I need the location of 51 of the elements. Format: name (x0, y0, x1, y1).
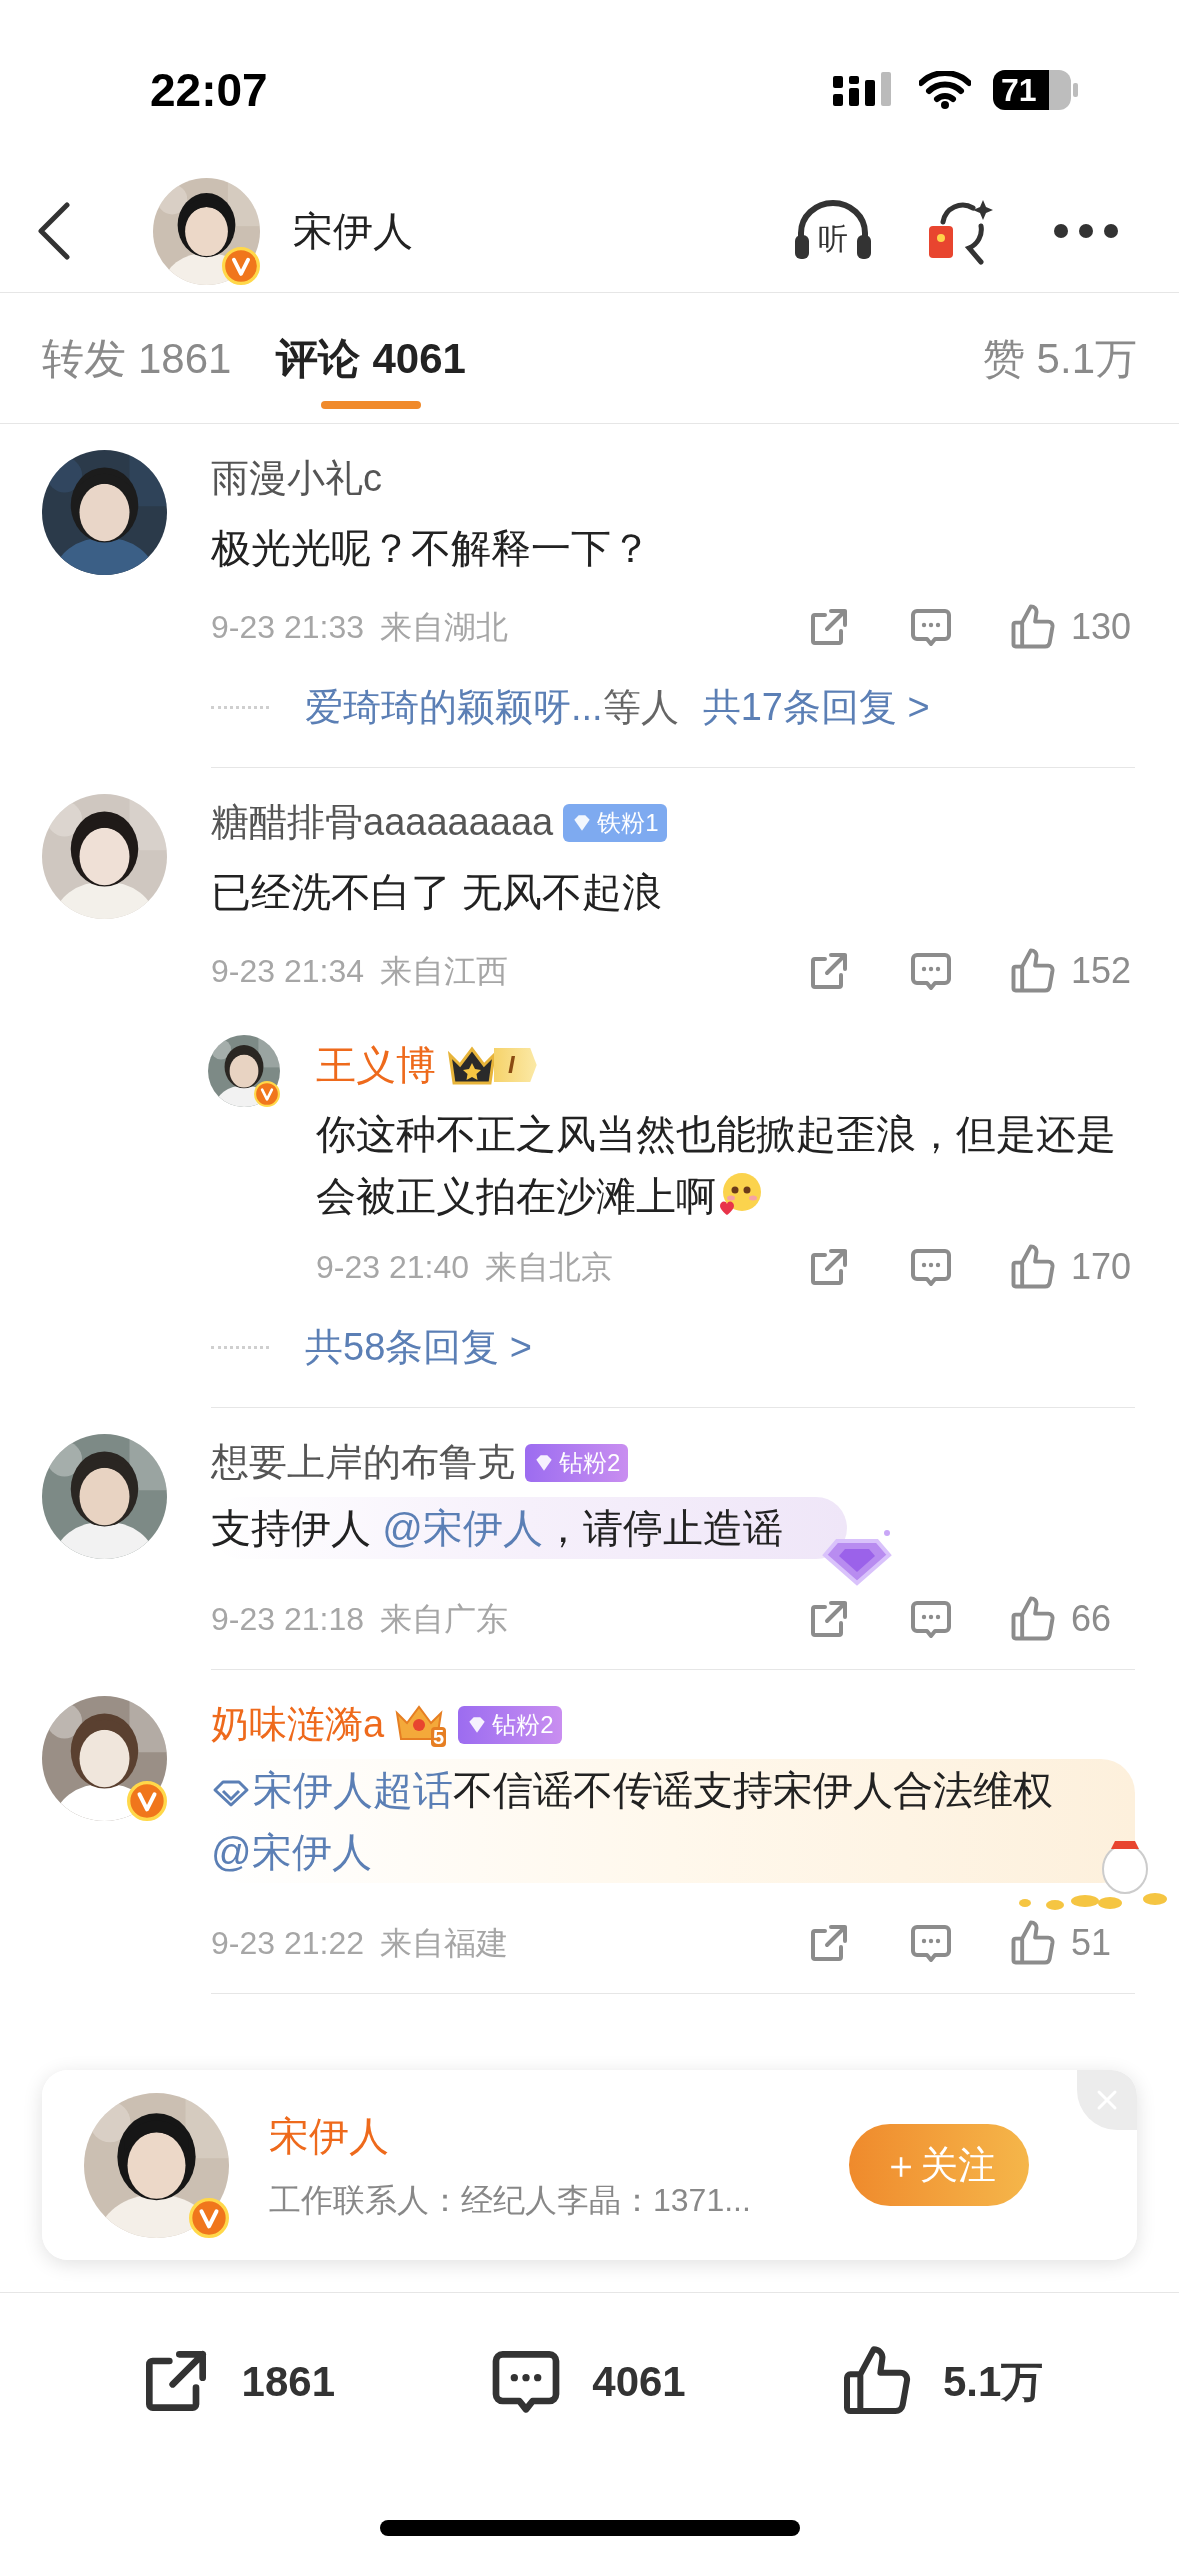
topic-icon (211, 1778, 251, 1808)
comment-text: 已经洗不白了 无风不起浪 (211, 869, 664, 916)
topic-link[interactable]: 宋伊人超话 (211, 1768, 453, 1812)
fan-badge: 铁粉1 (563, 803, 667, 842)
user-name[interactable]: 想要上岸的布鲁克 (211, 1434, 515, 1491)
like-count: 170 (1071, 1245, 1133, 1289)
replies-link[interactable]: 共58条回复 > (305, 1318, 533, 1376)
like-count: 66 (1071, 1597, 1113, 1641)
more-icon[interactable] (1053, 223, 1119, 239)
like-count: 130 (1071, 605, 1133, 649)
tab[interactable]: 评论 4061 (276, 293, 466, 423)
fan-badge: 钻粉2 (458, 1705, 562, 1744)
comment-location: 来自广东 (380, 1600, 508, 1639)
comment-location: 来自湖北 (380, 608, 508, 647)
account-name[interactable]: 宋伊人 (269, 2106, 849, 2166)
comment-time: 9-23 21:22 (211, 1924, 364, 1963)
comment-time: 9-23 21:33 (211, 608, 364, 647)
like-action[interactable]: 5.1万 (836, 2341, 1044, 2421)
share-action[interactable]: 1861 (135, 2341, 336, 2421)
user-name[interactable]: 王义博 (316, 1035, 436, 1095)
battery-level: 71 (1001, 71, 1037, 110)
mention-link[interactable]: @宋伊人 (382, 1506, 543, 1550)
comment-time: 9-23 21:40 (316, 1248, 469, 1287)
battery-icon (993, 70, 1079, 110)
account-name: 宋伊人 (293, 208, 413, 255)
account-description: 工作联系人：经纪人李晶：1371... (269, 2181, 752, 2220)
user-name[interactable]: 糖醋排骨aaaaaaaaa (211, 794, 554, 851)
comment-text: 你这种不正之风当然也能掀起歪浪，但是还是会被正义拍在沙滩上啊 (316, 1111, 1117, 1220)
user-name[interactable]: 奶味涟漪a (211, 1696, 385, 1753)
comment-location: 来自江西 (380, 952, 508, 991)
comment-text: 宋伊人超话不信谣不传谣支持宋伊人合法维权 @宋伊人 (211, 1767, 1054, 1876)
user-name[interactable]: 雨漫小礼c (211, 450, 382, 507)
status-time: 22:07 (150, 62, 268, 118)
listen-button[interactable]: 听 (793, 199, 873, 263)
comment-action[interactable]: 4061 (486, 2341, 686, 2421)
comment-text: 支持伊人 @宋伊人，请停止造谣 (211, 1505, 783, 1552)
comment-time: 9-23 21:34 (211, 952, 364, 991)
wifi-icon (919, 71, 971, 109)
tab[interactable]: 转发 1861 (42, 293, 232, 423)
member-badge: I (446, 1043, 537, 1087)
like-count: 51 (1071, 1921, 1113, 1965)
comment-location: 来自北京 (485, 1248, 613, 1287)
tab[interactable]: 赞 5.1万 (982, 293, 1137, 423)
fan-badge: 钻粉2 (525, 1443, 629, 1482)
comment-location: 来自福建 (380, 1924, 508, 1963)
like-count: 152 (1071, 949, 1133, 993)
comment-text: 极光光呢？不解释一下？ (211, 525, 652, 572)
follow-button[interactable]: ＋关注 (849, 2124, 1029, 2206)
replies-link[interactable]: 爱琦琦的颖颖呀...等人 共17条回复 > (305, 678, 930, 736)
comment-time: 9-23 21:18 (211, 1600, 364, 1639)
mention-link[interactable]: @宋伊人 (211, 1830, 372, 1874)
